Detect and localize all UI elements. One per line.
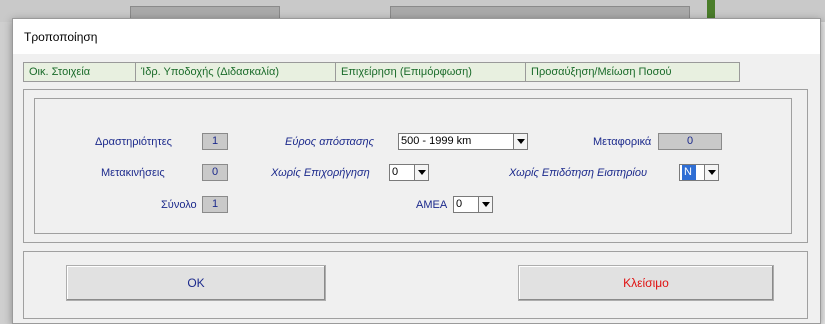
dialog-title: Τροποποίηση [13,19,820,54]
fields-group: Δραστηριότητες 1 Εύρος απόστασης 500 - 1… [34,98,792,234]
total-field[interactable]: 1 [202,196,228,213]
tab-strip: Οικ. Στοιχεία Ίδρ. Υποδοχής (Διδασκαλία)… [23,62,740,82]
transport-costs-label: Μεταφορικά [593,136,652,148]
activities-label: Δραστηριότητες [95,136,172,148]
modify-dialog: Τροποποίηση Οικ. Στοιχεία Ίδρ. Υποδοχής … [12,18,821,324]
tab-family-info[interactable]: Οικ. Στοιχεία [24,63,136,81]
chevron-down-icon[interactable] [478,197,492,212]
transport-costs-field[interactable]: 0 [658,133,722,150]
distance-range-label: Εύρος απόστασης [285,136,374,148]
movements-label: Μετακινήσεις [101,167,165,179]
fields-panel: Δραστηριότητες 1 Εύρος απόστασης 500 - 1… [23,89,808,243]
no-subsidy-select[interactable]: 0 [389,164,429,181]
chevron-down-icon[interactable] [513,134,527,149]
background-left-strip [0,22,12,324]
movements-field[interactable]: 0 [202,164,228,181]
tab-increase-decrease-amount[interactable]: Προσαύξηση/Μείωση Ποσού [526,63,739,81]
chevron-down-icon[interactable] [414,165,428,180]
activities-field[interactable]: 1 [202,133,228,150]
ok-button[interactable]: OK [66,265,326,301]
no-ticket-subsidy-value: N [682,165,696,180]
amea-value: 0 [456,198,463,210]
total-label: Σύνολο [161,199,197,211]
no-subsidy-value: 0 [392,166,399,178]
amea-label: ΑΜΕΑ [416,199,448,211]
distance-range-value: 500 - 1999 km [401,135,472,147]
tab-company-training[interactable]: Επιχείρηση (Επιμόρφωση) [336,63,526,81]
button-area: OK Κλείσιμο [23,251,808,319]
no-ticket-subsidy-select[interactable]: N [679,164,719,181]
no-subsidy-label: Χωρίς Επιχορήγηση [271,167,370,179]
distance-range-select[interactable]: 500 - 1999 km [398,133,528,150]
tab-host-institution[interactable]: Ίδρ. Υποδοχής (Διδασκαλία) [136,63,336,81]
close-button[interactable]: Κλείσιμο [518,265,774,301]
amea-select[interactable]: 0 [453,196,493,213]
chevron-down-icon[interactable] [704,165,718,180]
no-ticket-subsidy-label: Χωρίς Επιδότηση Εισιτηρίου [509,167,647,179]
